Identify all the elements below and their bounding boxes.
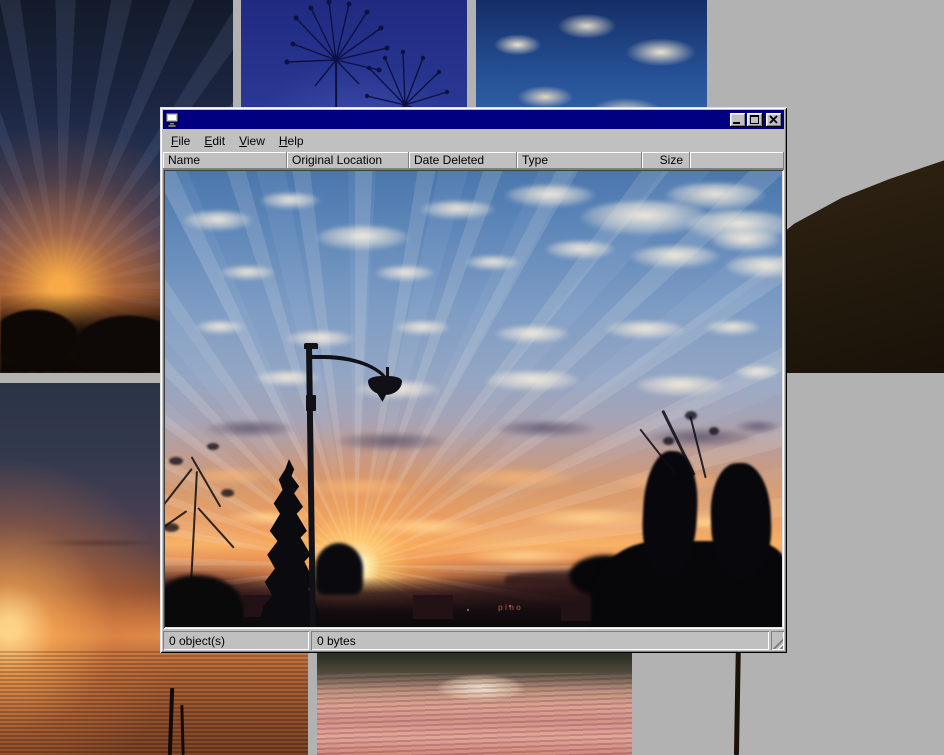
cloud [665, 183, 765, 209]
column-header-original-location[interactable]: Original Location [287, 152, 409, 169]
menu-help[interactable]: Help [272, 132, 311, 151]
file-list-area[interactable]: pino [163, 169, 784, 629]
building-silhouette [413, 595, 453, 619]
bush-silhouette [315, 543, 363, 595]
column-header-blank[interactable] [690, 152, 784, 169]
cloud [260, 193, 320, 209]
photo-sign-text: pino [498, 603, 523, 612]
cloud [495, 421, 595, 437]
water-ripples [317, 673, 632, 755]
cloud [485, 371, 580, 391]
cloud [630, 246, 720, 268]
desktop: FileEditViewHelp NameOriginal LocationDa… [0, 0, 944, 755]
cloud [375, 266, 435, 281]
leaf-clump [207, 443, 219, 450]
minimize-button[interactable] [730, 113, 746, 127]
column-header-name[interactable]: Name [163, 152, 287, 169]
leaf-clump [685, 411, 697, 420]
cloud [645, 429, 755, 447]
recycle-bin-window: FileEditViewHelp NameOriginal LocationDa… [160, 107, 787, 653]
cloud [395, 321, 450, 335]
column-header-type[interactable]: Type [517, 152, 642, 169]
cloud [183, 211, 253, 231]
cloud [505, 185, 595, 207]
cloud [365, 519, 485, 536]
cloud [735, 421, 780, 433]
cloud [205, 421, 295, 437]
menu-view[interactable]: View [232, 132, 272, 151]
menu-bar: FileEditViewHelp [163, 129, 784, 152]
cloud [605, 321, 685, 339]
status-objects: 0 object(s) [163, 631, 309, 650]
cloud [705, 321, 760, 335]
cloud [285, 331, 355, 347]
cloud [455, 469, 575, 488]
menu-edit[interactable]: Edit [197, 132, 232, 151]
close-button[interactable] [766, 113, 782, 127]
titlebar[interactable] [163, 110, 784, 129]
cloud [635, 376, 725, 396]
status-bar: 0 object(s) 0 bytes [163, 629, 784, 650]
leaf-clump [169, 457, 183, 465]
leaf-clump [709, 427, 719, 435]
menu-file[interactable]: File [164, 132, 197, 151]
column-header-size[interactable]: Size [642, 152, 690, 169]
cloud [195, 321, 245, 334]
lamp-pole-cap [304, 343, 318, 349]
resize-grip[interactable] [771, 631, 784, 650]
cloud [420, 201, 495, 219]
cloud [305, 479, 415, 496]
town-light [467, 609, 469, 611]
lamp-junction-box [306, 395, 316, 411]
cloud [335, 433, 445, 451]
window-icon[interactable] [165, 113, 180, 127]
leaf-clump [221, 489, 234, 497]
maximize-button[interactable] [747, 113, 763, 127]
column-header-date-deleted[interactable]: Date Deleted [409, 152, 517, 169]
cloud [220, 266, 275, 280]
cloud [525, 509, 655, 528]
status-bytes: 0 bytes [311, 631, 769, 650]
window-controls [729, 113, 782, 127]
building-silhouette [561, 601, 595, 621]
cloud [465, 256, 520, 270]
cloud [315, 226, 410, 250]
leaf-clump [663, 437, 674, 445]
column-header-row: NameOriginal LocationDate DeletedTypeSiz… [163, 152, 784, 169]
cloud [545, 241, 615, 259]
cloud [495, 326, 570, 343]
cloud [735, 366, 780, 379]
window-background-photo: pino [165, 171, 782, 627]
cloud [465, 549, 585, 564]
water-ripples [0, 651, 308, 755]
cloud [710, 231, 780, 251]
